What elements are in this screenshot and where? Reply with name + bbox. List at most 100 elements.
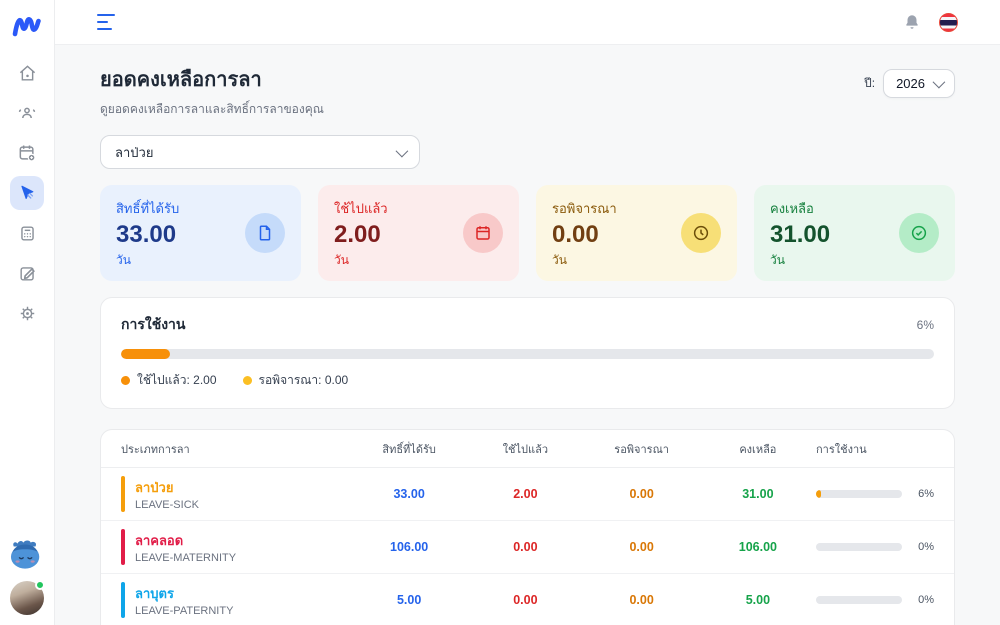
logo-m-icon — [12, 12, 42, 38]
leave-type-color-bar — [121, 529, 125, 565]
notifications-button[interactable] — [903, 13, 921, 31]
check-circle-icon — [899, 213, 939, 253]
calendar-plus-icon — [17, 143, 37, 163]
leave-table: ประเภทการลาสิทธิ์ที่ได้รับใช้ไปแล้วรอพิจ… — [100, 429, 955, 625]
remaining-value: 31.00 — [700, 487, 816, 501]
team-icon — [17, 103, 37, 123]
chat-sticker[interactable] — [8, 537, 46, 571]
stat-cards: สิทธิ์ที่ได้รับ 33.00 วัน ใช้ไปแล้ว 2.00… — [100, 185, 955, 281]
table-header-cell: คงเหลือ — [700, 440, 816, 458]
chevron-down-icon — [933, 76, 946, 89]
table-header-cell: สิทธิ์ที่ได้รับ — [351, 440, 467, 458]
sidebar-item-leave-requests[interactable] — [10, 176, 44, 210]
hamburger-menu-icon[interactable] — [97, 14, 119, 30]
main-content: ยอดคงเหลือการลา ดูยอดคงเหลือการลาและสิทธ… — [55, 45, 1000, 625]
sidebar-nav — [10, 56, 44, 330]
usage-legend: ใช้ไปแล้ว: 2.00 รอพิจารณา: 0.00 — [121, 371, 934, 390]
row-usage-percent: 6% — [910, 488, 934, 500]
year-value: 2026 — [896, 76, 925, 91]
document-icon — [245, 213, 285, 253]
stat-card-entitled: สิทธิ์ที่ได้รับ 33.00 วัน — [100, 185, 301, 281]
entitled-value: 33.00 — [351, 487, 467, 501]
stat-unit: วัน — [552, 251, 721, 270]
clock-icon — [681, 213, 721, 253]
online-status-dot — [35, 580, 45, 590]
leave-type-name: ลาบุตร — [135, 583, 233, 604]
edit-icon — [18, 264, 37, 283]
stat-card-used: ใช้ไปแล้ว 2.00 วัน — [318, 185, 519, 281]
row-usage-percent: 0% — [910, 541, 934, 553]
topbar-right — [903, 13, 958, 32]
stat-card-pending: รอพิจารณา 0.00 วัน — [536, 185, 737, 281]
usage-progress-fill — [121, 349, 170, 359]
usage-progress-bar — [121, 349, 934, 359]
user-avatar[interactable] — [10, 581, 44, 615]
gear-icon — [18, 304, 37, 323]
row-usage-bar — [816, 543, 902, 551]
entitled-value: 5.00 — [351, 593, 467, 607]
usage-cell: 6% — [816, 488, 934, 500]
sidebar-item-home[interactable] — [10, 56, 44, 90]
leave-type-code: LEAVE-SICK — [135, 499, 199, 511]
usage-legend-item: รอพิจารณา: 0.00 — [243, 371, 349, 390]
language-switcher-thai-flag-icon[interactable] — [939, 13, 958, 32]
topbar — [55, 0, 1000, 45]
year-label: ปี: — [864, 74, 875, 93]
usage-cell: 0% — [816, 594, 934, 606]
leave-type-code: LEAVE-MATERNITY — [135, 552, 236, 564]
row-usage-bar — [816, 596, 902, 604]
calendar-icon — [463, 213, 503, 253]
usage-cell: 0% — [816, 541, 934, 553]
year-filter: ปี: 2026 — [864, 69, 955, 98]
legend-label: รอพิจารณา: 0.00 — [259, 371, 349, 390]
remaining-value: 106.00 — [700, 540, 816, 554]
pending-value: 0.00 — [584, 540, 700, 554]
sidebar-item-leave-calendar[interactable] — [10, 136, 44, 170]
pending-value: 0.00 — [584, 487, 700, 501]
page-subtitle: ดูยอดคงเหลือการลาและสิทธิ์การลาของคุณ — [100, 100, 324, 119]
usage-title: การใช้งาน — [121, 314, 185, 336]
leave-type-color-bar — [121, 476, 125, 512]
legend-label: ใช้ไปแล้ว: 2.00 — [137, 371, 217, 390]
table-row[interactable]: ลาคลอดLEAVE-MATERNITY106.000.000.00106.0… — [101, 521, 954, 574]
used-value: 2.00 — [467, 487, 583, 501]
app-window: ยอดคงเหลือการลา ดูยอดคงเหลือการลาและสิทธ… — [0, 0, 1000, 625]
year-select[interactable]: 2026 — [883, 69, 955, 98]
row-usage-bar — [816, 490, 902, 498]
leave-table-body: ลาป่วยLEAVE-SICK33.002.000.0031.006%ลาคล… — [101, 468, 954, 625]
entitled-value: 106.00 — [351, 540, 467, 554]
app-logo[interactable] — [8, 8, 46, 42]
stat-unit: วัน — [770, 251, 939, 270]
table-header-cell: ใช้ไปแล้ว — [467, 440, 583, 458]
leave-type-cell: ลาคลอดLEAVE-MATERNITY — [121, 529, 351, 565]
leave-type-name: ลาคลอด — [135, 530, 236, 551]
stat-unit: วัน — [116, 251, 285, 270]
stat-unit: วัน — [334, 251, 503, 270]
sidebar — [0, 0, 55, 625]
leave-type-selected: ลาป่วย — [115, 142, 153, 163]
used-value: 0.00 — [467, 593, 583, 607]
page-title: ยอดคงเหลือการลา — [100, 63, 324, 95]
sidebar-item-documents[interactable] — [10, 256, 44, 290]
usage-card: การใช้งาน 6% ใช้ไปแล้ว: 2.00รอพิจารณา: 0… — [100, 297, 955, 409]
table-row[interactable]: ลาป่วยLEAVE-SICK33.002.000.0031.006% — [101, 468, 954, 521]
leave-type-code: LEAVE-PATERNITY — [135, 605, 233, 617]
bell-icon — [903, 13, 921, 31]
sidebar-item-settings[interactable] — [10, 296, 44, 330]
leave-type-cell: ลาบุตรLEAVE-PATERNITY — [121, 582, 351, 618]
stat-card-remaining: คงเหลือ 31.00 วัน — [754, 185, 955, 281]
table-row[interactable]: ลาบุตรLEAVE-PATERNITY5.000.000.005.000% — [101, 574, 954, 625]
remaining-value: 5.00 — [700, 593, 816, 607]
table-header-cell: การใช้งาน — [816, 440, 934, 458]
leave-table-header: ประเภทการลาสิทธิ์ที่ได้รับใช้ไปแล้วรอพิจ… — [101, 430, 954, 468]
legend-dot-icon — [121, 376, 130, 385]
sidebar-item-team[interactable] — [10, 96, 44, 130]
leave-type-cell: ลาป่วยLEAVE-SICK — [121, 476, 351, 512]
leave-type-name: ลาป่วย — [135, 477, 199, 498]
sidebar-bottom — [8, 537, 46, 615]
sidebar-item-payroll[interactable] — [10, 216, 44, 250]
home-icon — [18, 64, 37, 83]
leave-type-select[interactable]: ลาป่วย — [100, 135, 420, 169]
chevron-down-icon — [396, 144, 409, 157]
used-value: 0.00 — [467, 540, 583, 554]
